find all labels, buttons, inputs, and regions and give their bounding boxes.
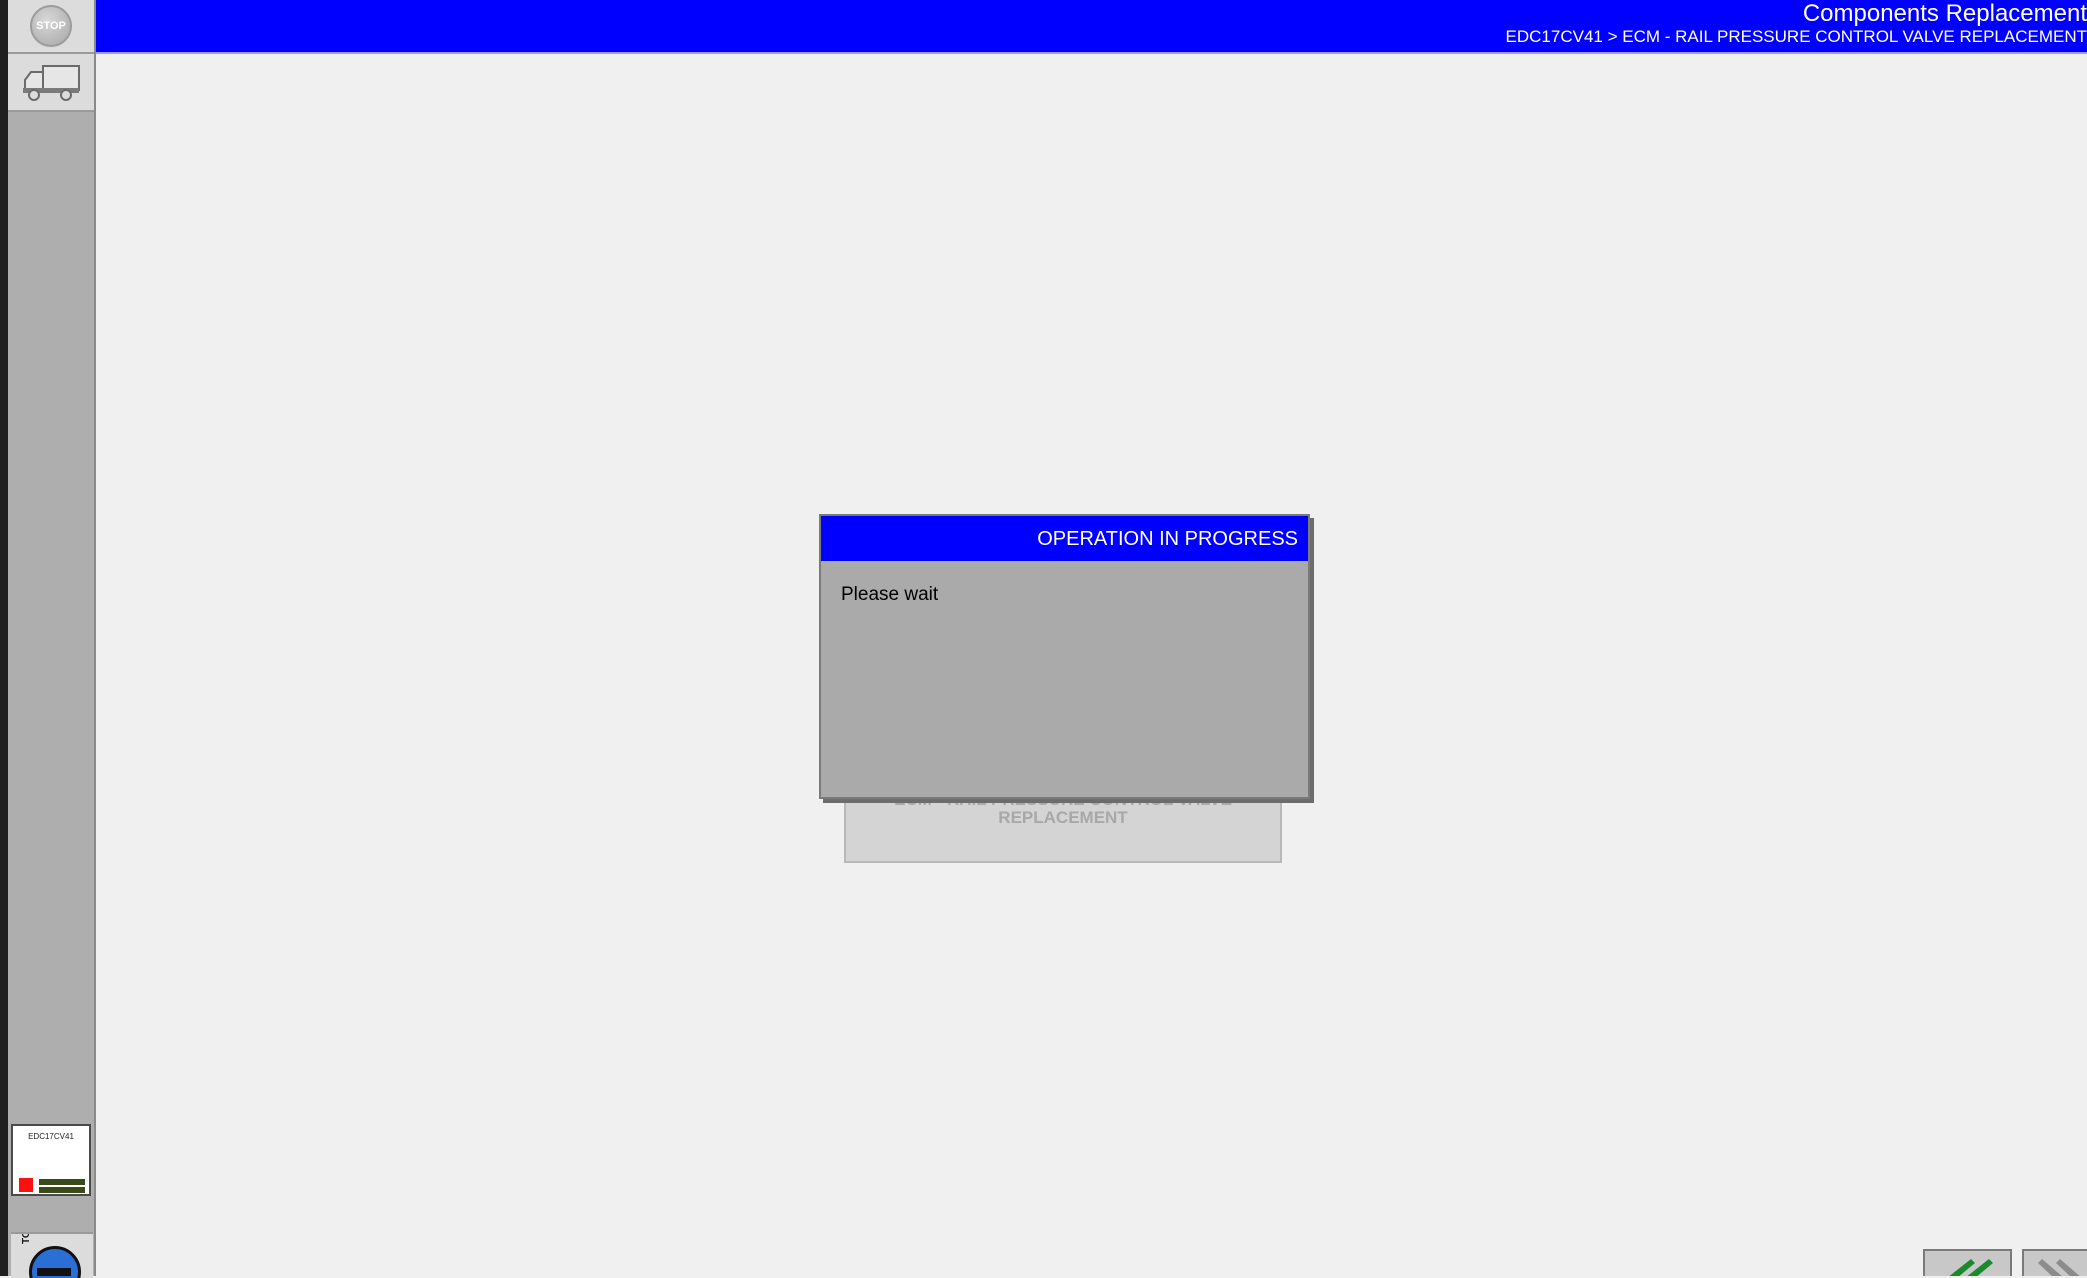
ecu-status-panel[interactable]: EDC17CV41 [11, 1124, 91, 1196]
tool-side-label: TOP [21, 1232, 32, 1244]
stop-button[interactable]: STOP [8, 0, 94, 54]
truck-icon [23, 65, 80, 101]
window-edge [0, 0, 8, 1276]
sidebar: STOP EDC17CV41 TOP [8, 0, 96, 1278]
dialog-titlebar: OPERATION IN PROGRESS [821, 516, 1308, 561]
ecu-label: EDC17CV41 [28, 1132, 74, 1141]
dialog-title: OPERATION IN PROGRESS [1037, 528, 1298, 550]
stop-icon: STOP [30, 5, 72, 47]
title-bar: Components Replacement EDC17CV41 > ECM -… [96, 0, 2087, 54]
diagnostic-tool-button[interactable]: TOP [11, 1232, 93, 1278]
stop-label: STOP [36, 20, 66, 32]
vehicle-button[interactable] [8, 54, 94, 112]
forward-button[interactable] [2022, 1249, 2087, 1276]
breadcrumb: EDC17CV41 > ECM - RAIL PRESSURE CONTROL … [1505, 27, 2087, 46]
back-button[interactable] [1923, 1249, 2012, 1276]
page-title: Components Replacement [1802, 0, 2087, 27]
double-chevron-right-icon [2038, 1259, 2080, 1276]
ecu-signal-bar [39, 1179, 85, 1185]
ecu-signal-bar [39, 1187, 85, 1193]
double-chevron-left-icon [1949, 1259, 1993, 1276]
ecu-status-led [19, 1178, 33, 1192]
procedure-card-line2: REPLACEMENT [998, 808, 1128, 827]
dialog-message: Please wait [841, 584, 939, 605]
gauge-bar [37, 1268, 71, 1276]
progress-dialog: OPERATION IN PROGRESS Please wait [819, 514, 1310, 799]
